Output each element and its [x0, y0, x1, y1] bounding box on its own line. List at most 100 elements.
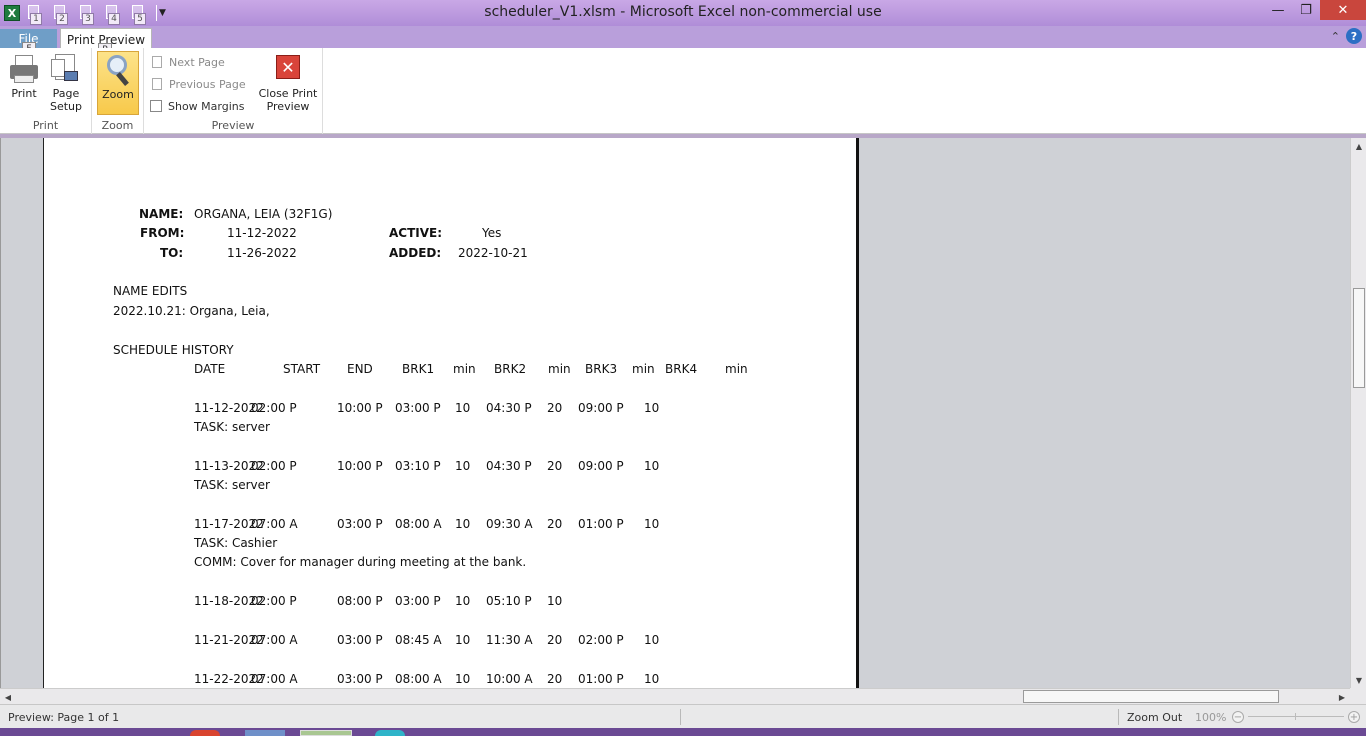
schedule-cell-brk2: 04:30 P [486, 401, 532, 415]
schedule-task: TASK: server [194, 478, 270, 492]
minimize-ribbon-icon[interactable]: ⌃ [1331, 30, 1340, 43]
group-print-label: Print [32, 119, 59, 132]
close-preview-icon: ✕ [272, 53, 304, 85]
show-margins-checkbox-box[interactable] [150, 100, 162, 112]
schedule-cell-min1: 10 [455, 633, 471, 647]
zoom-button-label: Zoom [102, 88, 134, 101]
column-header: min [453, 362, 476, 376]
vertical-scroll-thumb[interactable] [1353, 288, 1365, 388]
schedule-cell-end: 03:00 P [337, 517, 383, 531]
page-setup-button[interactable]: Page Setup [45, 51, 87, 115]
schedule-cell-min1: 10 [455, 401, 471, 415]
zoom-button[interactable]: Zoom [97, 51, 139, 115]
taskbar-app-icon[interactable] [375, 730, 405, 736]
zoom-percent[interactable]: 100% [1195, 711, 1226, 724]
schedule-cell-start: 02:00 P [251, 401, 297, 415]
print-preview-area[interactable]: NAME: ORGANA, LEIA (32F1G) FROM: 11-12-2… [0, 138, 1350, 688]
window-title: scheduler_V1.xlsm - Microsoft Excel non-… [484, 4, 882, 20]
column-header: BRK2 [494, 362, 527, 376]
show-margins-checkbox[interactable]: Show Margins [150, 97, 244, 115]
schedule-comment: COMM: Cover for manager during meeting a… [194, 555, 527, 569]
schedule-cell-brk3: 09:00 P [578, 459, 624, 473]
schedule-cell-end: 03:00 P [337, 633, 383, 647]
name-value: ORGANA, LEIA (32F1G) [194, 207, 333, 221]
schedule-cell-brk1: 08:45 A [395, 633, 442, 647]
zoom-slider-track[interactable] [1248, 716, 1344, 717]
schedule-cell-brk3: 02:00 P [578, 633, 624, 647]
schedule-cell-end: 08:00 P [337, 594, 383, 608]
vertical-scrollbar[interactable]: ▲ ▼ [1350, 138, 1366, 688]
show-margins-label: Show Margins [168, 99, 245, 113]
previous-page-icon [150, 77, 164, 91]
scrollbar-corner [1350, 688, 1366, 704]
close-print-preview-button[interactable]: ✕ Close Print Preview [256, 51, 320, 115]
column-header: min [548, 362, 571, 376]
page-content: NAME: ORGANA, LEIA (32F1G) FROM: 11-12-2… [44, 138, 856, 688]
status-bar: Preview: Page 1 of 1 Zoom Out 100% − + [0, 704, 1366, 728]
schedule-cell-brk2: 04:30 P [486, 459, 532, 473]
schedule-cell-brk1: 08:00 A [395, 672, 442, 686]
column-header: BRK3 [585, 362, 618, 376]
help-icon[interactable]: ? [1346, 28, 1362, 44]
minimize-icon[interactable]: — [1264, 0, 1292, 20]
zoom-slider-tick [1295, 713, 1296, 720]
schedule-history-title: SCHEDULE HISTORY [113, 343, 234, 357]
active-label: ACTIVE: [389, 226, 443, 240]
schedule-cell-start: 07:00 A [251, 517, 298, 531]
print-button[interactable]: Print [3, 51, 45, 115]
to-label: TO: [160, 246, 184, 260]
schedule-task: TASK: Cashier [194, 536, 278, 550]
group-preview-label: Preview [211, 119, 255, 132]
ribbon-tab-row: File F Print Preview P ⌃ ? [0, 26, 1366, 56]
schedule-cell-min3: 10 [644, 401, 660, 415]
tab-file[interactable]: File F [0, 29, 57, 55]
ribbon-help-area: ⌃ ? [1331, 28, 1362, 44]
next-page-button[interactable]: Next Page [150, 53, 225, 71]
schedule-cell-brk3: 01:00 P [578, 672, 624, 686]
column-header: DATE [194, 362, 226, 376]
title-bar: X 1 2 3 4 5 ▼ scheduler_V1.xlsm - Micros… [0, 0, 1366, 26]
schedule-cell-min3: 10 [644, 459, 660, 473]
horizontal-scroll-thumb[interactable] [1023, 690, 1279, 703]
taskbar-browser-icon[interactable] [190, 730, 220, 736]
schedule-cell-min1: 10 [455, 672, 471, 686]
schedule-cell-start: 02:00 P [251, 459, 297, 473]
tab-print-preview[interactable]: Print Preview P [60, 28, 152, 56]
schedule-cell-min2: 20 [547, 672, 563, 686]
active-value: Yes [482, 226, 502, 240]
from-label: FROM: [140, 226, 185, 240]
group-zoom: Zoom Zoom [92, 48, 144, 134]
added-value: 2022-10-21 [458, 246, 528, 260]
taskbar-excel-icon[interactable] [300, 730, 352, 736]
zoom-plus-icon[interactable]: + [1348, 711, 1360, 723]
schedule-cell-min2: 20 [547, 517, 563, 531]
restore-icon[interactable]: ❐ [1292, 0, 1320, 20]
scroll-up-icon[interactable]: ▲ [1351, 138, 1366, 154]
schedule-cell-brk3: 09:00 P [578, 401, 624, 415]
scroll-left-icon[interactable]: ◀ [0, 689, 16, 705]
scroll-down-icon[interactable]: ▼ [1351, 672, 1366, 688]
group-print: Print Page Setup Print [0, 48, 92, 134]
previous-page-button[interactable]: Previous Page [150, 75, 246, 93]
zoom-out-label[interactable]: Zoom Out [1127, 711, 1182, 724]
taskbar-explorer-icon[interactable] [245, 730, 285, 736]
status-divider [1118, 709, 1119, 725]
schedule-cell-start: 02:00 P [251, 594, 297, 608]
schedule-cell-brk1: 03:10 P [395, 459, 441, 473]
schedule-cell-start: 07:00 A [251, 672, 298, 686]
horizontal-scrollbar[interactable]: ◀ ▶ [0, 688, 1350, 704]
column-header: min [632, 362, 655, 376]
scroll-right-icon[interactable]: ▶ [1334, 689, 1350, 705]
group-preview: Next Page Previous Page Show Margins ✕ C… [144, 48, 323, 134]
status-divider [680, 709, 681, 725]
schedule-cell-brk3: 01:00 P [578, 517, 624, 531]
schedule-cell-min2: 20 [547, 633, 563, 647]
schedule-cell-min3: 10 [644, 672, 660, 686]
name-edits-line: 2022.10.21: Organa, Leia, [113, 304, 270, 318]
zoom-slider[interactable]: − + [1232, 711, 1360, 723]
zoom-minus-icon[interactable]: − [1232, 711, 1244, 723]
close-window-icon[interactable]: ✕ [1320, 0, 1366, 20]
schedule-cell-end: 03:00 P [337, 672, 383, 686]
to-value: 11-26-2022 [227, 246, 297, 260]
schedule-cell-end: 10:00 P [337, 401, 383, 415]
